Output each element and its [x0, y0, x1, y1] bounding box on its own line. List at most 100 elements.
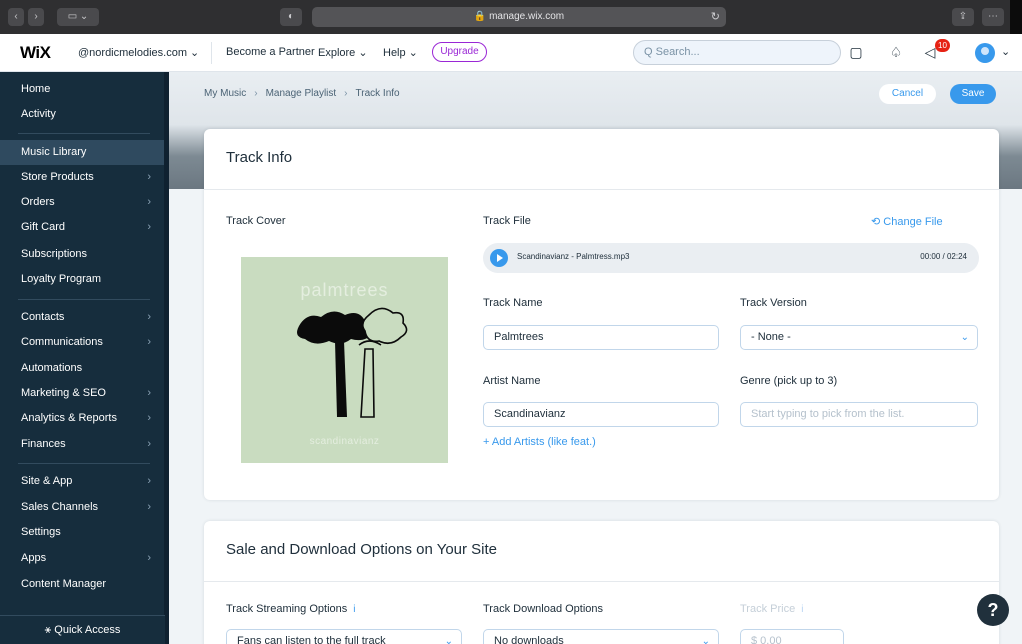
chevron-right-icon: ›	[147, 552, 151, 564]
card-divider	[204, 581, 999, 582]
wix-top-bar: WiX @nordicmelodies.com ⌄ Become a Partn…	[0, 34, 1022, 72]
genre-input[interactable]: Start typing to pick from the list.	[740, 402, 978, 427]
chevron-down-icon: ⌄	[701, 636, 710, 644]
sidebar-item-loyalty-program[interactable]: Loyalty Program	[0, 267, 165, 292]
sidebar-item-label: Store Products	[21, 171, 94, 183]
info-icon[interactable]: i	[801, 604, 803, 615]
sidebar-item-gift-card[interactable]: Gift Card ›	[0, 215, 165, 240]
sidebar-item-settings[interactable]: Settings	[0, 520, 165, 545]
browser-menu-icon[interactable]: ⋯	[982, 8, 1004, 26]
divider	[211, 42, 212, 64]
sidebar-item-content-manager[interactable]: Content Manager	[0, 572, 165, 597]
sidebar-item-label: Apps	[21, 552, 47, 564]
sidebar-item-label: Gift Card	[21, 221, 66, 233]
sidebar-item-finances[interactable]: Finances ›	[0, 432, 165, 457]
reload-icon[interactable]: ↻	[711, 7, 720, 27]
play-icon[interactable]	[490, 249, 508, 267]
upgrade-button[interactable]: Upgrade	[432, 42, 487, 62]
breadcrumb-manage-playlist[interactable]: Manage Playlist	[266, 88, 337, 99]
chevron-right-icon: ›	[147, 196, 151, 208]
cancel-button[interactable]: Cancel	[879, 84, 936, 104]
main-content: My Music › Manage Playlist › Track Info Canc…	[169, 72, 1022, 644]
sidebar-item-music-library[interactable]: Music Library	[0, 140, 165, 165]
genre-label: Genre (pick up to 3)	[740, 375, 838, 387]
forward-button[interactable]: ›	[28, 8, 44, 26]
chevron-right-icon: ›	[147, 171, 151, 183]
streaming-options-value: Fans can listen to the full track	[237, 635, 386, 644]
streaming-options-select[interactable]: Fans can listen to the full track ⌄	[226, 629, 462, 644]
quick-access-button[interactable]: ⚹ Quick Access	[0, 615, 165, 644]
chevron-right-icon: ›	[147, 438, 151, 450]
sidebar-item-analytics-reports[interactable]: Analytics & Reports ›	[0, 406, 165, 431]
back-button[interactable]: ‹	[8, 8, 24, 26]
breadcrumb-my-music[interactable]: My Music	[204, 88, 246, 99]
cover-artist: scandinavianz	[309, 436, 380, 447]
artist-name-label: Artist Name	[483, 375, 541, 387]
sidebar-item-subscriptions[interactable]: Subscriptions	[0, 242, 165, 267]
sidebar: Home Activity Music Library Store Produc…	[0, 72, 165, 644]
breadcrumb-separator: ›	[344, 88, 348, 99]
chevron-right-icon: ›	[147, 311, 151, 323]
chevron-right-icon: ›	[147, 501, 151, 513]
sidebar-item-label: Contacts	[21, 311, 65, 323]
sidebar-divider	[18, 299, 150, 300]
address-bar[interactable]: 🔒 manage.wix.com ↻	[312, 7, 726, 27]
sidebar-item-label: Automations	[21, 362, 83, 374]
breadcrumb-track-info: Track Info	[355, 88, 400, 99]
sidebar-divider	[18, 133, 150, 134]
sidebar-item-apps[interactable]: Apps ›	[0, 546, 165, 571]
sidebar-item-contacts[interactable]: Contacts ›	[0, 305, 165, 330]
search-input[interactable]: Q Search...	[633, 40, 841, 65]
track-price-text: Track Price	[740, 603, 796, 615]
add-artists-link[interactable]: + Add Artists (like feat.)	[483, 436, 596, 448]
help-menu[interactable]: Help ⌄	[383, 46, 418, 59]
sidebar-toggle-button[interactable]: ▭ ⌄	[57, 8, 99, 26]
change-file-button[interactable]: ⟲ Change File	[871, 215, 943, 228]
track-version-select[interactable]: - None - ⌄	[740, 325, 978, 350]
avatar[interactable]	[975, 43, 995, 63]
chevron-right-icon: ›	[147, 475, 151, 487]
sale-options-card: Sale and Download Options on Your Site T…	[204, 521, 999, 644]
file-name: Scandinavianz - Palmtress.mp3	[517, 252, 630, 261]
chevron-down-icon: ⌄	[960, 332, 969, 343]
artist-name-field[interactable]: Scandinavianz	[483, 402, 719, 427]
track-name-field[interactable]: Palmtrees	[483, 325, 719, 350]
track-price-label: Track Price i	[740, 603, 803, 615]
shield-icon[interactable]: ◐	[280, 8, 302, 26]
site-selector[interactable]: @nordicmelodies.com ⌄	[78, 46, 199, 59]
track-cover-image[interactable]: palmtrees scandinavianz	[241, 257, 448, 463]
explore-menu[interactable]: Explore ⌄	[318, 46, 368, 59]
notification-badge: 10	[935, 39, 950, 52]
download-options-value: No downloads	[494, 635, 564, 644]
help-button[interactable]: ?	[977, 594, 1009, 626]
chevron-down-icon: ⌄	[444, 636, 453, 644]
share-icon[interactable]: ⇪	[952, 8, 974, 26]
url-text: 🔒 manage.wix.com	[473, 11, 565, 22]
wix-logo[interactable]: WiX	[20, 43, 51, 63]
track-version-label: Track Version	[740, 297, 807, 309]
info-icon[interactable]: i	[353, 604, 355, 615]
download-options-select[interactable]: No downloads ⌄	[483, 629, 719, 644]
sidebar-item-site-app[interactable]: Site & App ›	[0, 469, 165, 494]
sidebar-item-sales-channels[interactable]: Sales Channels ›	[0, 495, 165, 520]
sidebar-item-automations[interactable]: Automations	[0, 356, 165, 381]
become-partner-link[interactable]: Become a Partner	[226, 46, 315, 58]
sidebar-item-home[interactable]: Home	[0, 77, 165, 102]
chevron-down-icon[interactable]: ⌄	[1001, 45, 1010, 58]
download-options-label: Track Download Options	[483, 603, 604, 615]
sidebar-item-store-products[interactable]: Store Products ›	[0, 165, 165, 190]
sidebar-item-label: Content Manager	[21, 578, 106, 590]
card-title: Track Info	[226, 149, 293, 166]
bell-icon[interactable]: ♤	[887, 43, 905, 61]
save-button[interactable]: Save	[950, 84, 996, 104]
sidebar-item-communications[interactable]: Communications ›	[0, 330, 165, 355]
track-price-field[interactable]: $ 0.00	[740, 629, 844, 644]
sidebar-item-marketing-seo[interactable]: Marketing & SEO ›	[0, 381, 165, 406]
sidebar-item-label: Communications	[21, 336, 103, 348]
sidebar-item-activity[interactable]: Activity	[0, 102, 165, 127]
sidebar-item-orders[interactable]: Orders ›	[0, 190, 165, 215]
browser-toolbar: ‹ › ▭ ⌄ ◐ 🔒 manage.wix.com ↻ ⇪ ⋯	[0, 0, 1022, 34]
chat-icon[interactable]: ▢	[847, 43, 865, 61]
sidebar-item-label: Orders	[21, 196, 55, 208]
chevron-right-icon: ›	[147, 387, 151, 399]
